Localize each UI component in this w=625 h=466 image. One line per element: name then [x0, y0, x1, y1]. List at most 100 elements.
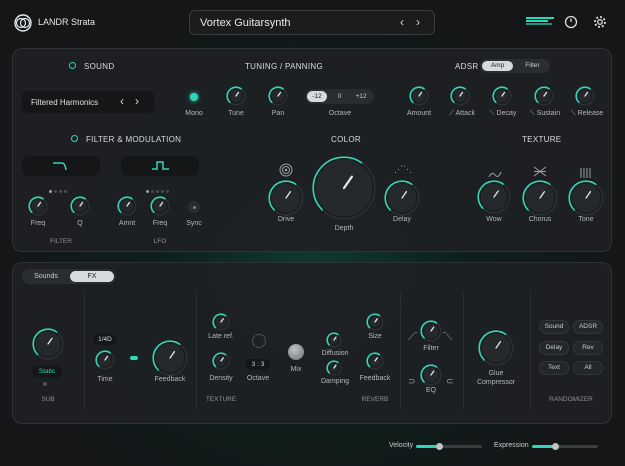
eq-filter-knob[interactable] — [420, 320, 442, 342]
randomizer-section-label: RANDOMIZER — [549, 396, 593, 403]
drive-label: Drive — [277, 216, 295, 223]
patch-next-icon[interactable]: › — [135, 94, 139, 108]
attack-text: Attack — [455, 110, 475, 117]
fx-octave-value[interactable]: 3 : 3 — [246, 359, 270, 370]
sub-mode-button[interactable]: Static — [32, 366, 62, 378]
tab-sounds[interactable]: Sounds — [24, 271, 68, 282]
lfo-freq-knob[interactable] — [150, 196, 170, 216]
reverb-section-label: REVERB — [361, 396, 389, 403]
damping-knob[interactable] — [326, 360, 342, 376]
delay-link-icon[interactable] — [130, 356, 138, 360]
decay-label: ⟍ Decay — [490, 110, 517, 118]
tone-knob[interactable] — [568, 180, 604, 216]
sub-indicator-dot — [43, 382, 47, 386]
lfo-amount-knob[interactable] — [117, 196, 137, 216]
late-ref-knob[interactable] — [212, 313, 230, 331]
diffusion-label: Diffusion — [321, 350, 349, 357]
patch-prev-icon[interactable]: ‹ — [120, 94, 124, 108]
delay-time-knob[interactable] — [95, 350, 115, 370]
attack-label: ⟋ Attack — [449, 110, 475, 118]
lfo-section-label: LFO — [153, 238, 167, 245]
wow-label: Wow — [486, 216, 502, 223]
app-title: LANDR Strata — [38, 17, 96, 27]
octave-option-plus12[interactable]: +12 — [351, 91, 371, 102]
power-icon[interactable] — [564, 15, 578, 34]
tone-label: Tone — [578, 216, 594, 223]
filter-q-label: Q — [77, 220, 83, 227]
sustain-curve-icon: ⟍ — [529, 110, 537, 117]
glue-compressor-knob[interactable] — [478, 330, 514, 366]
late-ref-label: Late ref. — [208, 333, 234, 340]
tab-amp[interactable]: Amp — [482, 61, 513, 71]
eq-filter-label: Filter — [423, 345, 439, 352]
expression-slider-thumb[interactable] — [551, 443, 559, 450]
sub-knob[interactable] — [32, 328, 64, 360]
release-curve-icon: ⟍ — [570, 110, 578, 117]
lfo-sync-toggle[interactable] — [188, 201, 200, 213]
delay-feedback-knob[interactable] — [152, 340, 188, 376]
lfo-sync-label: Sync — [186, 220, 202, 227]
velocity-slider-thumb[interactable] — [435, 443, 443, 450]
tune-knob[interactable] — [226, 86, 246, 106]
filter-shape-dots[interactable] — [48, 180, 68, 198]
randomize-sound-button[interactable]: Sound — [539, 320, 569, 334]
filter-freq-knob[interactable] — [28, 196, 48, 216]
preset-bar[interactable]: Vortex Guitarsynth ‹ › — [189, 10, 435, 35]
filtermod-power-icon[interactable] — [71, 135, 78, 142]
color-title: COLOR — [331, 135, 361, 144]
drive-knob[interactable] — [268, 180, 304, 216]
tab-filter[interactable]: Filter — [517, 61, 548, 71]
reverb-feedback-knob[interactable] — [366, 352, 384, 370]
pan-label: Pan — [271, 110, 285, 117]
randomize-text-button[interactable]: Text — [539, 361, 569, 375]
preset-next-icon[interactable]: › — [416, 15, 420, 29]
patch-name: Filtered Harmonics — [31, 98, 99, 107]
delay-time-label: Time — [97, 376, 113, 383]
randomize-delay-button[interactable]: Delay — [539, 341, 569, 355]
attack-knob[interactable] — [450, 86, 470, 106]
delay-time-value[interactable]: 1/4D — [94, 334, 116, 345]
randomize-all-button[interactable]: All — [573, 361, 603, 375]
octave-indicator-icon — [252, 334, 266, 348]
octave-option-minus12[interactable]: -12 — [307, 91, 327, 102]
pan-knob[interactable] — [268, 86, 288, 106]
size-knob[interactable] — [366, 313, 384, 331]
sustain-text: Sustain — [536, 110, 561, 117]
low-shelf-icon: ⊃ — [408, 376, 416, 386]
randomize-adsr-button[interactable]: ADSR — [573, 320, 603, 334]
filter-q-knob[interactable] — [70, 196, 90, 216]
adsr-title: ADSR — [455, 62, 479, 71]
eq-knob[interactable] — [420, 364, 442, 386]
decay-knob[interactable] — [492, 86, 512, 106]
high-shelf-icon: ⊂ — [446, 376, 454, 386]
lfo-shape-display[interactable] — [121, 156, 199, 176]
lfo-amount-label: Amnt — [118, 220, 136, 227]
wow-knob[interactable] — [477, 180, 511, 214]
release-knob[interactable] — [575, 86, 595, 106]
octave-option-0[interactable]: 0 — [332, 91, 347, 102]
mix-knob[interactable] — [288, 344, 304, 360]
chorus-label: Chorus — [528, 216, 552, 223]
patch-selector[interactable]: Filtered Harmonics ‹ › — [22, 91, 154, 113]
settings-gear-icon[interactable] — [593, 15, 607, 34]
mono-toggle[interactable] — [190, 93, 198, 101]
diffusion-knob[interactable] — [326, 332, 342, 348]
expression-slider[interactable] — [532, 443, 598, 450]
randomize-rev-button[interactable]: Rev — [573, 341, 603, 355]
density-knob[interactable] — [212, 352, 230, 370]
velocity-slider[interactable] — [416, 443, 482, 450]
damping-label: Damping — [320, 378, 350, 385]
depth-knob[interactable] — [312, 156, 376, 220]
sustain-label: ⟍ Sustain — [530, 110, 560, 118]
color-delay-knob[interactable] — [384, 180, 420, 216]
filter-shape-display[interactable] — [22, 156, 100, 176]
tab-fx[interactable]: FX — [70, 271, 114, 282]
sustain-knob[interactable] — [534, 86, 554, 106]
preset-prev-icon[interactable]: ‹ — [400, 15, 404, 29]
sound-power-icon[interactable] — [69, 62, 76, 69]
octave-selector[interactable]: -12 0 +12 — [305, 89, 374, 104]
adsr-tabs: Amp Filter — [480, 59, 550, 73]
chorus-knob[interactable] — [522, 180, 558, 216]
amount-knob[interactable] — [409, 86, 429, 106]
lowpass-icon: ‾⟍ — [443, 332, 453, 342]
